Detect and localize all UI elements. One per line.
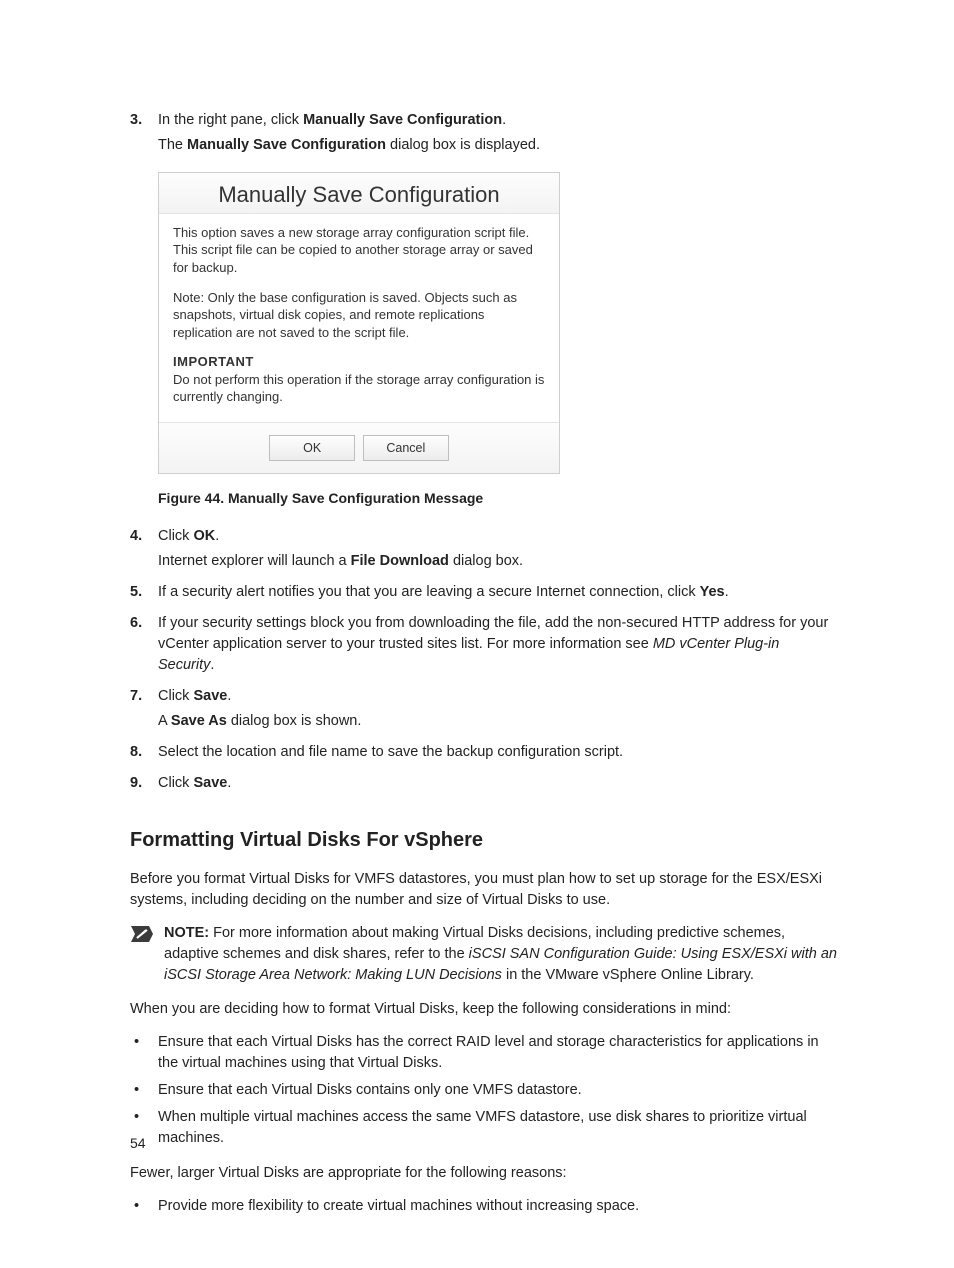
figure-caption: Figure 44. Manually Save Configuration M… xyxy=(158,488,839,508)
step-8-line1: Select the location and file name to sav… xyxy=(158,742,839,763)
figure-44: Manually Save Configuration This option … xyxy=(158,172,839,474)
step-number: 6. xyxy=(130,613,158,680)
considerations-paragraph: When you are deciding how to format Virt… xyxy=(130,999,839,1020)
cancel-button[interactable]: Cancel xyxy=(363,435,449,461)
step-9-line1: Click Save. xyxy=(158,773,839,794)
step-7-line2: A Save As dialog box is shown. xyxy=(158,711,839,732)
fewer-paragraph: Fewer, larger Virtual Disks are appropri… xyxy=(130,1163,839,1184)
step-4: 4. Click OK. Internet explorer will laun… xyxy=(130,526,839,576)
step-number: 5. xyxy=(130,582,158,607)
step-3-line1: In the right pane, click Manually Save C… xyxy=(158,110,839,131)
step-number: 8. xyxy=(130,742,158,767)
step-5-line1: If a security alert notifies you that yo… xyxy=(158,582,839,603)
manually-save-dialog: Manually Save Configuration This option … xyxy=(158,172,560,474)
ok-button[interactable]: OK xyxy=(269,435,355,461)
page-number: 54 xyxy=(130,1133,146,1153)
step-number: 9. xyxy=(130,773,158,798)
step-3-line2: The Manually Save Configuration dialog b… xyxy=(158,135,839,156)
list-item: • Ensure that each Virtual Disks has the… xyxy=(130,1032,839,1074)
step-3: 3. In the right pane, click Manually Sav… xyxy=(130,110,839,160)
dialog-paragraph-1: This option saves a new storage array co… xyxy=(173,224,545,277)
step-4-line1: Click OK. xyxy=(158,526,839,547)
dialog-paragraph-2: Note: Only the base configuration is sav… xyxy=(173,289,545,342)
intro-paragraph: Before you format Virtual Disks for VMFS… xyxy=(130,869,839,911)
step-7-line1: Click Save. xyxy=(158,686,839,707)
step-number: 4. xyxy=(130,526,158,576)
section-heading-formatting: Formatting Virtual Disks For vSphere xyxy=(130,826,839,855)
list-item: • Provide more flexibility to create vir… xyxy=(130,1196,839,1217)
list-item: • When multiple virtual machines access … xyxy=(130,1107,839,1149)
dialog-important: IMPORTANT Do not perform this operation … xyxy=(173,353,545,406)
note-label: NOTE: xyxy=(164,925,213,941)
step-6-line1: If your security settings block you from… xyxy=(158,613,839,676)
step-9: 9. Click Save. xyxy=(130,773,839,798)
dialog-title: Manually Save Configuration xyxy=(159,173,559,214)
note-block: NOTE: For more information about making … xyxy=(130,923,839,986)
step-5: 5. If a security alert notifies you that… xyxy=(130,582,839,607)
step-number: 3. xyxy=(130,110,158,160)
step-number: 7. xyxy=(130,686,158,736)
step-4-line2: Internet explorer will launch a File Dow… xyxy=(158,551,839,572)
step-7: 7. Click Save. A Save As dialog box is s… xyxy=(130,686,839,736)
step-8: 8. Select the location and file name to … xyxy=(130,742,839,767)
step-6: 6. If your security settings block you f… xyxy=(130,613,839,680)
note-icon xyxy=(130,925,154,943)
list-item: • Ensure that each Virtual Disks contain… xyxy=(130,1080,839,1101)
